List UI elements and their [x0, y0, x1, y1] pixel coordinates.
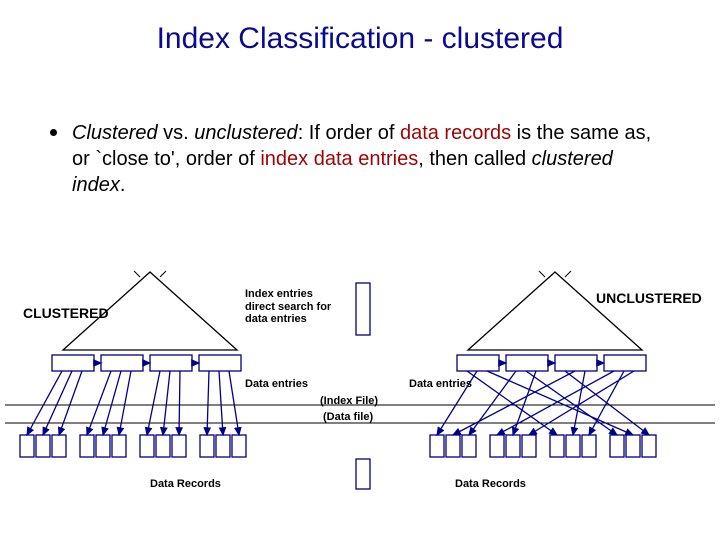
right-tree: [468, 272, 642, 350]
left-tree: [63, 272, 237, 350]
right-data-records: [430, 435, 656, 457]
left-mapping-arrows: [27, 371, 239, 435]
right-mapping-arrows: [437, 371, 649, 435]
left-data-records: [20, 435, 246, 457]
diagram: [0, 0, 720, 540]
right-leaf-nodes: [457, 355, 646, 371]
left-leaf-nodes: [52, 355, 241, 371]
index-entries-bar: [356, 283, 370, 335]
data-records-bar: [356, 459, 370, 489]
